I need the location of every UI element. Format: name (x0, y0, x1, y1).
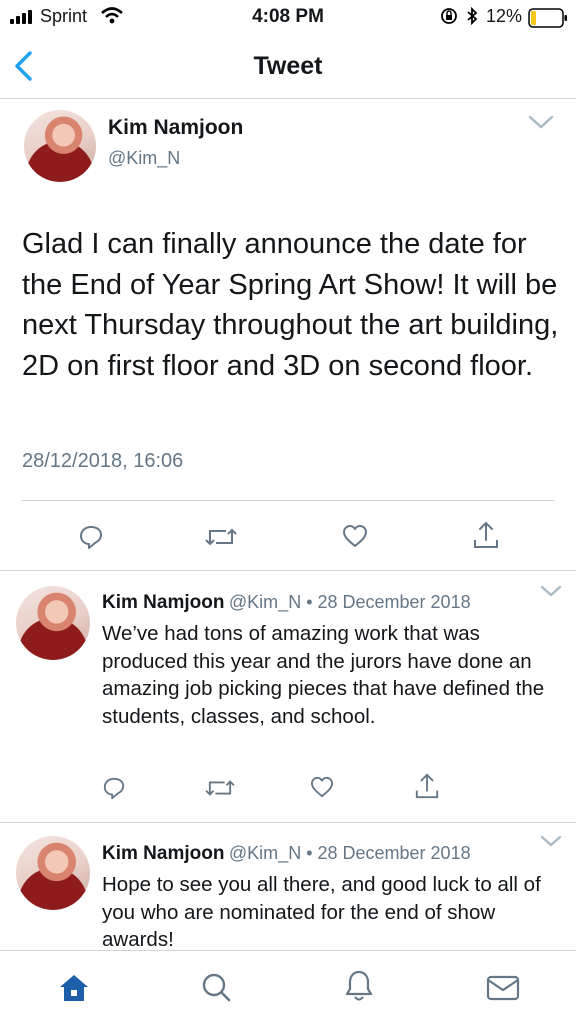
tweet-text: Glad I can finally announce the date for… (22, 228, 559, 382)
heart-icon[interactable] (310, 776, 334, 798)
battery-percent: 12% (486, 6, 523, 26)
divider (0, 570, 576, 571)
tab-bar (0, 950, 576, 1025)
chevron-down-icon[interactable] (540, 584, 562, 603)
tweet-date: 28/12/2018, 16:06 (22, 450, 184, 472)
nav-bar: Tweet (0, 36, 576, 99)
reply-meta: @Kim_N • 28 December 2018 (228, 592, 471, 612)
author-name[interactable]: Kim Namjoon (102, 592, 224, 613)
notifications-icon[interactable] (344, 969, 374, 1008)
reply-icon[interactable] (102, 776, 126, 800)
reply-header: Kim Namjoon @Kim_N • 28 December 2018 (102, 592, 471, 614)
battery-icon (528, 8, 568, 33)
chevron-down-icon[interactable] (540, 834, 562, 853)
avatar[interactable] (16, 836, 90, 910)
author-name[interactable]: Kim Namjoon (102, 843, 224, 864)
chevron-down-icon[interactable] (528, 114, 554, 135)
avatar[interactable] (16, 586, 90, 660)
bluetooth-icon (466, 6, 478, 30)
share-icon[interactable] (414, 772, 440, 800)
share-icon[interactable] (472, 520, 500, 550)
reply-text: We’ve had tons of amazing work that was … (102, 622, 545, 728)
page-title: Tweet (253, 52, 323, 80)
search-icon[interactable] (200, 971, 232, 1008)
home-icon[interactable] (58, 973, 90, 1008)
heart-icon[interactable] (342, 524, 368, 548)
author-name[interactable]: Kim Namjoon (108, 116, 243, 140)
orientation-lock-icon (440, 7, 458, 30)
avatar[interactable] (24, 110, 96, 182)
reply-text: Hope to see you all there, and good luck… (102, 873, 541, 951)
author-handle[interactable]: @Kim_N (108, 148, 180, 169)
reply-icon[interactable] (78, 524, 104, 550)
status-bar: Sprint 4:08 PM 12% (0, 0, 576, 36)
reply-meta: @Kim_N • 28 December 2018 (228, 843, 471, 863)
reply-header: Kim Namjoon @Kim_N • 28 December 2018 (102, 843, 471, 865)
divider (0, 822, 576, 823)
retweet-icon[interactable] (204, 776, 236, 800)
retweet-icon[interactable] (204, 524, 238, 550)
messages-icon[interactable] (486, 975, 520, 1006)
divider (22, 500, 554, 501)
